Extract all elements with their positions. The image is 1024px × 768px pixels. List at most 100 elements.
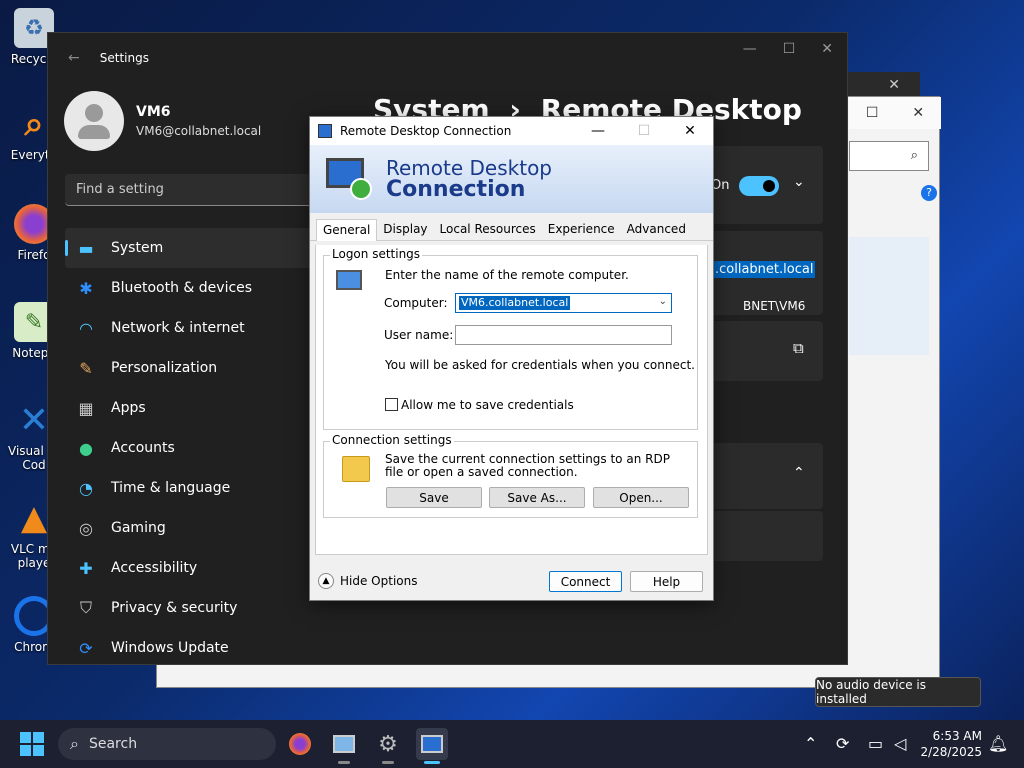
user-name: VM6	[136, 104, 171, 120]
username-input[interactable]	[455, 325, 672, 345]
save-button[interactable]: Save	[386, 487, 482, 508]
chevron-up-icon[interactable]: ⌃	[793, 465, 805, 481]
chevron-up-icon[interactable]: ⌃	[804, 734, 817, 753]
settings-window-controls: — ☐ ✕	[743, 41, 833, 57]
tab-experience[interactable]: Experience	[542, 219, 621, 240]
nav-label: System	[111, 240, 164, 256]
taskbar-remote-viewer[interactable]	[328, 728, 360, 764]
nav-label: Windows Update	[111, 640, 229, 656]
banner-title-line2: Connection	[386, 177, 526, 202]
background-window-controls: ☐ ✕	[849, 97, 941, 129]
nav-item-network[interactable]: ◠ Network & internet	[65, 308, 315, 348]
start-button[interactable]	[20, 732, 44, 756]
maximize-icon[interactable]: ☐	[783, 41, 796, 57]
nav-label: Network & internet	[111, 320, 245, 336]
user-email: VM6@collabnet.local	[136, 124, 262, 138]
connection-settings-group: Connection settings Save the current con…	[323, 433, 698, 518]
close-icon[interactable]: ✕	[821, 41, 833, 57]
background-search-box[interactable]: ⌕	[849, 141, 929, 171]
logon-settings-group: Logon settings Enter the name of the rem…	[323, 247, 698, 430]
tab-display[interactable]: Display	[377, 219, 433, 240]
help-icon[interactable]: ?	[921, 185, 937, 201]
taskbar-settings[interactable]: ⚙	[372, 728, 404, 764]
taskbar-firefox[interactable]	[284, 728, 316, 760]
taskbar-clock[interactable]: 6:53 AM 2/28/2025	[920, 728, 982, 760]
computer-value: VM6.collabnet.local	[459, 296, 571, 310]
maximize-icon[interactable]: ☐	[866, 105, 879, 121]
folder-icon	[342, 456, 370, 482]
chevron-down-icon[interactable]: ⌄	[659, 296, 667, 307]
gear-icon: ⚙	[378, 731, 398, 757]
nav-item-apps[interactable]: ▦ Apps	[65, 388, 315, 428]
logon-intro-text: Enter the name of the remote computer.	[385, 268, 629, 282]
hide-options-label: Hide Options	[340, 574, 418, 588]
nav-item-personalization[interactable]: ✎ Personalization	[65, 348, 315, 388]
nav-item-windows-update[interactable]: ⟳ Windows Update	[65, 628, 315, 668]
tab-advanced[interactable]: Advanced	[621, 219, 692, 240]
general-tab-panel: Logon settings Enter the name of the rem…	[315, 245, 708, 555]
avatar	[64, 91, 124, 151]
minimize-icon[interactable]: —	[743, 41, 757, 57]
back-arrow-icon[interactable]: ←	[68, 50, 80, 66]
allow-save-credentials-label[interactable]: Allow me to save credentials	[401, 398, 574, 412]
minimize-icon[interactable]: —	[575, 117, 621, 145]
monitor-app-icon	[333, 735, 355, 753]
accessibility-icon: ✚	[79, 558, 93, 578]
chevron-down-icon[interactable]: ⌄	[793, 174, 805, 190]
close-icon[interactable]: ✕	[888, 77, 900, 93]
nav-item-accessibility[interactable]: ✚ Accessibility	[65, 548, 315, 588]
taskbar-remote-desktop[interactable]	[416, 728, 448, 764]
globe-clock-icon: ◔	[79, 478, 93, 498]
pc-name-selected-text[interactable]: .collabnet.local	[713, 261, 816, 278]
rdp-app-icon	[318, 124, 332, 138]
rdp-banner: Remote Desktop Connection	[310, 145, 713, 213]
shield-icon: ⛉	[79, 598, 92, 617]
nav-item-privacy[interactable]: ⛉ Privacy & security	[65, 588, 315, 628]
credentials-note: You will be asked for credentials when y…	[385, 358, 695, 372]
user-profile[interactable]: VM6 VM6@collabnet.local	[64, 91, 261, 151]
taskbar-search-label: Search	[88, 736, 138, 752]
notification-bell-icon[interactable]: 🔔︎	[988, 734, 1008, 753]
remote-desktop-icon	[421, 735, 443, 753]
find-setting-input[interactable]: Find a setting	[65, 174, 315, 206]
open-button[interactable]: Open...	[593, 487, 689, 508]
audio-tooltip: No audio device is installed	[815, 677, 981, 707]
close-icon[interactable]: ✕	[912, 105, 924, 121]
nav-item-time-language[interactable]: ◔ Time & language	[65, 468, 315, 508]
computer-icon	[336, 270, 366, 296]
save-as-button[interactable]: Save As...	[489, 487, 585, 508]
settings-nav: ▬ System ✱ Bluetooth & devices ◠ Network…	[65, 228, 315, 668]
brush-icon: ✎	[79, 358, 93, 378]
computer-label: Computer:	[384, 296, 448, 310]
rdp-dialog: Remote Desktop Connection — ☐ ✕ Remote D…	[309, 116, 714, 601]
nav-label: Time & language	[111, 480, 231, 496]
gamepad-icon: ◎	[79, 518, 93, 538]
help-button[interactable]: Help	[630, 571, 703, 592]
nav-item-accounts[interactable]: ● Accounts	[65, 428, 315, 468]
search-icon: ⌕	[910, 148, 918, 163]
rdp-title: Remote Desktop Connection	[340, 124, 512, 138]
username-label: User name:	[384, 328, 454, 342]
hide-options-toggle[interactable]: ▲ Hide Options	[318, 573, 417, 589]
settings-title: Settings	[99, 51, 149, 65]
remote-desktop-toggle[interactable]	[739, 176, 779, 196]
rdp-window-controls: — ☐ ✕	[575, 117, 713, 145]
nav-label: Apps	[111, 400, 146, 416]
allow-save-credentials-checkbox[interactable]	[385, 398, 398, 411]
connect-button[interactable]: Connect	[549, 571, 622, 592]
network-icon[interactable]: ▭	[868, 734, 883, 753]
close-icon[interactable]: ✕	[667, 117, 713, 145]
nav-label: Accessibility	[111, 560, 198, 576]
tab-local-resources[interactable]: Local Resources	[434, 219, 542, 240]
chevron-up-icon: ▲	[318, 573, 334, 589]
nav-item-gaming[interactable]: ◎ Gaming	[65, 508, 315, 548]
wifi-icon: ◠	[79, 318, 93, 338]
nav-item-system[interactable]: ▬ System	[65, 228, 315, 268]
sync-icon[interactable]: ⟳	[836, 734, 849, 753]
speaker-muted-icon[interactable]: ◁	[894, 734, 906, 753]
maximize-icon: ☐	[637, 123, 651, 139]
computer-combobox[interactable]: VM6.collabnet.local ⌄	[455, 293, 672, 313]
taskbar-search[interactable]: ⌕ Search	[58, 728, 276, 760]
nav-item-bluetooth[interactable]: ✱ Bluetooth & devices	[65, 268, 315, 308]
tab-general[interactable]: General	[316, 219, 378, 241]
